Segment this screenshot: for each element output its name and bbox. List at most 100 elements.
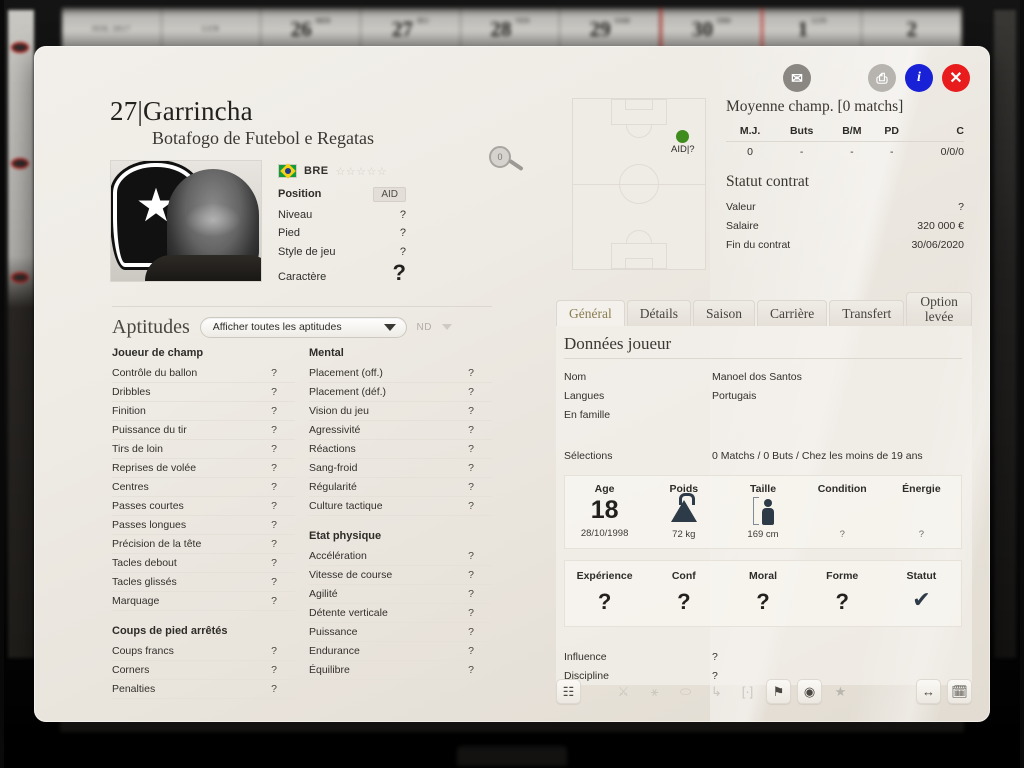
player-facts: BRE ☆☆☆☆☆ Position AID Niveau ? Pied ? S…	[278, 160, 406, 290]
aptitudes-title: Aptitudes	[112, 315, 190, 338]
tab-carriere[interactable]: Carrière	[757, 299, 828, 327]
aptitude-label: Marquage	[112, 594, 160, 607]
column-header: Buts	[774, 122, 830, 142]
fitness-icon[interactable]: ↔	[916, 679, 941, 704]
fact-pied: Pied ?	[278, 227, 406, 239]
table-cell: -	[889, 146, 894, 158]
stat-label: Condition	[817, 483, 867, 496]
general-tab-panel: Données joueur Nom Manoel dos Santos Lang…	[556, 326, 972, 686]
chevron-down-icon[interactable]	[442, 324, 452, 330]
aptitude-label: Finition	[112, 404, 146, 417]
position-marker-label: AID|?	[671, 144, 695, 155]
info-button[interactable]: i	[905, 64, 933, 92]
report-icon[interactable]: ☷	[556, 679, 581, 704]
fact-label: Style de jeu	[278, 245, 336, 258]
height-icon	[723, 495, 802, 527]
training-icon[interactable]: ⚹	[642, 679, 667, 704]
tab-details[interactable]: Détails	[626, 299, 691, 327]
tab-saison[interactable]: Saison	[692, 299, 755, 327]
aptitude-row: Centres?	[112, 478, 295, 497]
injury-icon[interactable]: ⚔	[611, 679, 636, 704]
panel-title: Données joueur	[564, 334, 962, 360]
aptitude-label: Régularité	[309, 480, 357, 493]
aptitude-value: ?	[271, 663, 277, 676]
search-magnifier-icon[interactable]: 0	[489, 146, 533, 176]
tactic-icon[interactable]: ↳	[704, 679, 729, 704]
aptitude-row: Sang-froid?	[309, 459, 492, 478]
table-cell: -	[799, 146, 804, 158]
aptitudes-filter-select[interactable]: Afficher toutes les aptitudes	[199, 316, 407, 338]
contract-value: ?	[958, 200, 964, 213]
aptitude-row: Culture tactique?	[309, 497, 492, 516]
aptitude-label: Tirs de loin	[112, 442, 163, 455]
close-icon[interactable]: ✕	[942, 64, 970, 92]
stat-label: Expérience	[576, 570, 633, 583]
aptitude-value: ?	[468, 366, 474, 379]
calendar-icon[interactable]: 🗓	[947, 679, 972, 704]
aptitude-row: Tirs de loin?	[112, 440, 295, 459]
reputation-stars: ☆☆☆☆☆	[335, 165, 388, 178]
stat-label: Énergie	[902, 483, 941, 496]
aptitude-row: Tacles debout?	[112, 554, 295, 573]
contract-label: Fin du contrat	[726, 238, 791, 251]
aptitude-row: Passes courtes?	[112, 497, 295, 516]
aptitude-row: Précision de la tête?	[112, 535, 295, 554]
mail-icon[interactable]: ✉	[783, 64, 811, 92]
rail-dot-icon	[11, 42, 29, 53]
rail-dot-icon	[11, 272, 29, 283]
fact-value: ?	[399, 227, 406, 239]
stat-label: Age	[594, 483, 615, 496]
stat-weight: Poids 72 kg	[644, 483, 723, 540]
aptitude-label: Vitesse de course	[309, 568, 393, 581]
bg-cal-day-sup: JEU	[416, 17, 429, 25]
favourite-star-icon[interactable]: ★	[828, 679, 853, 704]
fact-style-de-jeu: Style de jeu ?	[278, 246, 406, 258]
aptitude-label: Accélération	[309, 549, 367, 562]
bg-cal-day-sup: DIM	[717, 17, 731, 25]
contract-value: 30/06/2020	[911, 238, 964, 251]
aptitude-value: ?	[468, 499, 474, 512]
row-value	[712, 409, 962, 421]
flag-icon[interactable]: ⚑	[766, 679, 791, 704]
comment-icon[interactable]: ⬭	[673, 679, 698, 704]
nationality-code: BRE	[304, 165, 329, 177]
rail-dot-icon	[11, 158, 29, 169]
stat-value: ?	[597, 589, 612, 615]
aptitude-value: ?	[468, 423, 474, 436]
aptitude-value: ?	[468, 461, 474, 474]
fact-label: Niveau	[278, 208, 313, 221]
player-profile-window: ✉ ⎙ i ✕ 27|Garrincha Botafogo de Futebol…	[34, 46, 990, 722]
fact-label: Caractère	[278, 271, 327, 283]
row-value: Manoel dos Santos	[712, 370, 802, 383]
stat-value: ?	[677, 589, 691, 615]
aptitudes-secondary-label: ND	[416, 321, 432, 333]
magnifier-count: 0	[489, 146, 511, 168]
row-label: En famille	[564, 408, 611, 421]
stat-sub: ?	[918, 529, 925, 541]
bg-cal-day-sup: MER	[315, 17, 331, 25]
aptitude-label: Corners	[112, 663, 150, 676]
row-value: 0 Matchs / 0 Buts / Chez les moins de 19…	[712, 449, 923, 462]
aptitude-label: Puissance	[309, 625, 358, 638]
bg-cal-day: 27	[391, 16, 413, 41]
tab-option-levee[interactable]: Option levée	[906, 292, 972, 327]
player-identity-block: BRE ☆☆☆☆☆ Position AID Niveau ? Pied ? S…	[34, 149, 524, 290]
aptitude-value: ?	[271, 461, 277, 474]
brackets-icon[interactable]: [·]	[735, 679, 760, 704]
aptitude-value: ?	[468, 644, 474, 657]
bg-cal-day: 1	[797, 16, 809, 41]
aptitude-label: Placement (déf.)	[309, 385, 387, 398]
fact-caractere: Caractère ?	[278, 262, 406, 284]
player-data-row: Nom Manoel dos Santos	[564, 367, 962, 386]
tab-transfert[interactable]: Transfert	[829, 299, 905, 327]
tab-general[interactable]: Général	[556, 299, 625, 327]
stat-conf: Conf ?	[644, 570, 723, 615]
print-icon[interactable]: ⎙	[868, 64, 896, 92]
aptitude-row: Endurance?	[309, 642, 492, 661]
aptitude-row: Vitesse de course?	[309, 566, 492, 585]
aptitude-row: Reprises de volée?	[112, 459, 295, 478]
aptitude-value: ?	[468, 549, 474, 562]
aptitude-row: Contrôle du ballon?	[112, 364, 295, 383]
scout-eye-icon[interactable]: ◉	[797, 679, 822, 704]
aptitude-row: Penalties?	[112, 680, 295, 699]
